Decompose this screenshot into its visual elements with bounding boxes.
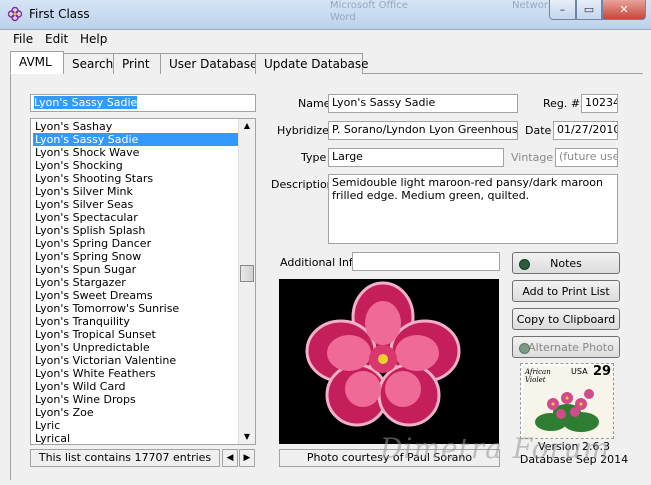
- copy-to-clipboard-button[interactable]: Copy to Clipboard: [512, 308, 620, 330]
- next-arrow-button[interactable]: ▶: [239, 449, 255, 467]
- alternate-photo-button: Alternate Photo: [512, 336, 620, 358]
- hybridizer-label: Hybridizer: [277, 124, 334, 137]
- description-label: Description: [271, 178, 334, 191]
- list-item-selected[interactable]: Lyon's Sassy Sadie: [33, 133, 240, 146]
- list-item[interactable]: Lyon's Stargazer: [33, 276, 240, 289]
- prev-arrow-button[interactable]: ◀: [222, 449, 238, 467]
- list-item[interactable]: Lyon's Sashay: [33, 120, 240, 133]
- list-item[interactable]: Lyon's White Feathers: [33, 367, 240, 380]
- list-item[interactable]: Lyon's Tropical Sunset: [33, 328, 240, 341]
- hybridizer-field[interactable]: P. Sorano/Lyndon Lyon Greenhouses: [328, 121, 518, 140]
- minimize-button[interactable]: –: [549, 0, 576, 20]
- list-item[interactable]: Lyon's Shock Wave: [33, 146, 240, 159]
- list-item[interactable]: Lyon's Tranquility: [33, 315, 240, 328]
- list-item[interactable]: Lyon's Unpredictable: [33, 341, 240, 354]
- stamp-label: African Violet: [525, 368, 551, 384]
- maximize-button[interactable]: ▭: [576, 0, 602, 20]
- list-item[interactable]: Lyon's Spring Dancer: [33, 237, 240, 250]
- tab-update-database[interactable]: Update Database: [255, 53, 369, 74]
- add-to-print-list-button[interactable]: Add to Print List: [512, 280, 620, 302]
- list-item[interactable]: Lyric: [33, 419, 240, 432]
- search-input[interactable]: Lyon's Sassy Sadie: [30, 94, 256, 112]
- list-item[interactable]: Lyon's Wine Drops: [33, 393, 240, 406]
- scroll-up-arrow[interactable]: ▲: [240, 120, 254, 132]
- name-field[interactable]: Lyon's Sassy Sadie: [328, 94, 518, 113]
- tab-search[interactable]: Search: [63, 53, 114, 74]
- window-title: First Class: [29, 7, 90, 21]
- search-input-value: Lyon's Sassy Sadie: [34, 96, 138, 109]
- reg-field[interactable]: 10234: [581, 94, 618, 113]
- tab-print[interactable]: Print: [113, 53, 161, 74]
- scroll-down-arrow[interactable]: ▼: [240, 431, 254, 443]
- alternate-photo-indicator-icon: [519, 343, 530, 354]
- variety-list[interactable]: Lyon's Sashay Lyon's Sassy Sadie Lyon's Sh…: [30, 118, 256, 445]
- list-item[interactable]: Lyrical: [33, 432, 240, 444]
- list-scrollbar[interactable]: ▲ ▼: [238, 119, 255, 444]
- list-item[interactable]: Lyon's Spectacular: [33, 211, 240, 224]
- additional-info-label: Additional Info: [280, 256, 360, 269]
- list-item[interactable]: Lyon's Sweet Dreams: [33, 289, 240, 302]
- tab-avml[interactable]: AVML: [10, 51, 64, 74]
- list-item[interactable]: Lyon's Silver Seas: [33, 198, 240, 211]
- background-window-title-2: Network: [512, 0, 554, 11]
- list-item[interactable]: Lyon's Wild Card: [33, 380, 240, 393]
- list-item[interactable]: Lyon's Splish Splash: [33, 224, 240, 237]
- vintage-label: Vintage: [511, 151, 554, 164]
- scroll-thumb[interactable]: [240, 265, 254, 282]
- list-item[interactable]: Lyon's Spun Sugar: [33, 263, 240, 276]
- tab-user-database[interactable]: User Database: [160, 53, 257, 74]
- type-field[interactable]: Large: [328, 148, 504, 167]
- reg-label: Reg. #: [543, 97, 581, 110]
- additional-info-field[interactable]: [352, 252, 500, 271]
- watermark-text: Dimetra Forum: [380, 432, 611, 465]
- menu-file[interactable]: File: [13, 32, 33, 46]
- notes-button[interactable]: Notes: [512, 252, 620, 274]
- date-field[interactable]: 01/27/2010: [553, 121, 618, 140]
- date-label: Date: [525, 124, 552, 137]
- list-item[interactable]: Lyon's Spring Snow: [33, 250, 240, 263]
- stamp-value: 29: [593, 364, 612, 379]
- stamp-country: USA: [571, 367, 588, 376]
- list-item[interactable]: Lyon's Tomorrow's Sunrise: [33, 302, 240, 315]
- violet-flower-image: [305, 281, 461, 427]
- menu-edit[interactable]: Edit: [45, 32, 68, 46]
- app-flower-icon: [7, 6, 23, 22]
- description-field[interactable]: Semidouble light maroon-red pansy/dark m…: [328, 174, 618, 244]
- list-count-footer: This list contains 17707 entries: [30, 449, 220, 467]
- type-label: Type: [301, 151, 327, 164]
- list-item[interactable]: Lyon's Shooting Stars: [33, 172, 240, 185]
- list-item[interactable]: Lyon's Silver Mink: [33, 185, 240, 198]
- list-item[interactable]: Lyon's Zoe: [33, 406, 240, 419]
- menu-help[interactable]: Help: [80, 32, 107, 46]
- notes-indicator-icon: [519, 259, 530, 270]
- close-button[interactable]: ✕: [602, 0, 646, 20]
- list-item[interactable]: Lyon's Victorian Valentine: [33, 354, 240, 367]
- vintage-field: (future use): [555, 148, 618, 167]
- list-item[interactable]: Lyon's Shocking: [33, 159, 240, 172]
- postage-stamp-image: African Violet USA 29: [520, 363, 614, 439]
- violet-photo: [279, 279, 499, 444]
- background-window-title: Microsoft Office Word: [330, 0, 408, 23]
- name-label: Name: [298, 97, 331, 110]
